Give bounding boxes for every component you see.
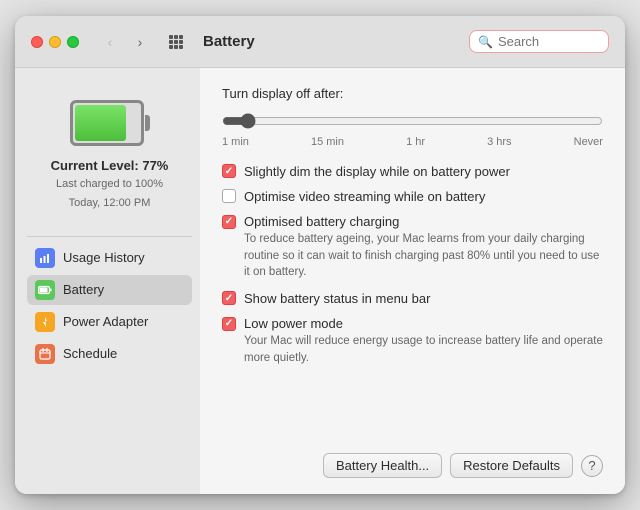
menu-bar-checkbox[interactable] [222,291,236,305]
optimised-charging-checkbox[interactable] [222,215,236,229]
slider-mark-2: 1 hr [406,136,425,148]
slider-label: Turn display off after: [222,86,603,101]
video-streaming-label: Optimise video streaming while on batter… [244,189,485,204]
optimised-charging-label: Optimised battery charging [244,214,399,229]
schedule-icon [35,344,55,364]
slider-mark-3: 3 hrs [487,136,511,148]
option-menu-bar: Show battery status in menu bar [222,291,603,306]
battery-icon [70,98,150,148]
option-low-power: Low power mode Your Mac will reduce ener… [222,316,603,366]
fullscreen-button[interactable] [67,36,79,48]
option-optimised-charging: Optimised battery charging To reduce bat… [222,214,603,281]
search-bar[interactable]: 🔍 [469,30,609,53]
dim-display-checkbox[interactable] [222,164,236,178]
grid-button[interactable] [163,31,189,53]
power-adapter-icon [35,312,55,332]
close-button[interactable] [31,36,43,48]
battery-tip [145,115,150,131]
search-input[interactable] [498,34,600,49]
option-dim-display: Slightly dim the display while on batter… [222,164,603,179]
option-video-streaming: Optimise video streaming while on batter… [222,189,603,204]
battery-level: Current Level: 77% [51,158,169,173]
sidebar-item-label: Usage History [63,250,145,265]
forward-button[interactable]: › [127,31,153,53]
battery-charged: Last charged to 100% [56,177,163,192]
battery-status-panel: Current Level: 77% Last charged to 100% … [27,88,192,230]
sidebar-item-label: Power Adapter [63,314,148,329]
sidebar-item-label: Schedule [63,346,117,361]
sidebar-item-usage-history[interactable]: Usage History [27,243,192,273]
slider-mark-0: 1 min [222,136,249,148]
low-power-main: Low power mode [222,316,343,331]
battery-fill [75,105,126,141]
slider-section: Turn display off after: 1 min 15 min 1 h… [222,86,603,148]
nav-buttons: ‹ › [97,31,153,53]
right-panel: Turn display off after: 1 min 15 min 1 h… [200,68,625,494]
main-content: Current Level: 77% Last charged to 100% … [15,68,625,494]
back-button[interactable]: ‹ [97,31,123,53]
search-icon: 🔍 [478,35,493,49]
sidebar-item-battery[interactable]: Battery [27,275,192,305]
traffic-lights [31,36,79,48]
optimised-charging-desc: To reduce battery ageing, your Mac learn… [244,231,603,281]
display-sleep-slider[interactable] [222,113,603,129]
usage-history-icon [35,248,55,268]
help-button[interactable]: ? [581,455,603,477]
low-power-checkbox[interactable] [222,317,236,331]
battery-nav-icon [35,280,55,300]
sidebar: Current Level: 77% Last charged to 100% … [15,68,200,494]
minimize-button[interactable] [49,36,61,48]
sidebar-item-power-adapter[interactable]: Power Adapter [27,307,192,337]
sidebar-divider [27,236,192,237]
battery-body [70,100,144,146]
options-section: Slightly dim the display while on batter… [222,164,603,439]
low-power-desc: Your Mac will reduce energy usage to inc… [244,333,603,366]
battery-time: Today, 12:00 PM [69,196,151,211]
sidebar-item-label: Battery [63,282,104,297]
dim-display-label: Slightly dim the display while on batter… [244,164,510,179]
optimised-charging-main: Optimised battery charging [222,214,399,229]
restore-defaults-button[interactable]: Restore Defaults [450,453,573,478]
low-power-label: Low power mode [244,316,343,331]
titlebar: ‹ › Battery 🔍 [15,16,625,68]
slider-labels: 1 min 15 min 1 hr 3 hrs Never [222,136,603,148]
slider-mark-1: 15 min [311,136,344,148]
page-title: Battery [203,33,459,50]
system-preferences-window: ‹ › Battery 🔍 [15,16,625,494]
menu-bar-label: Show battery status in menu bar [244,291,430,306]
bottom-bar: Battery Health... Restore Defaults ? [222,439,603,478]
video-streaming-checkbox[interactable] [222,189,236,203]
sidebar-item-schedule[interactable]: Schedule [27,339,192,369]
battery-health-button[interactable]: Battery Health... [323,453,442,478]
slider-mark-4: Never [574,136,603,148]
